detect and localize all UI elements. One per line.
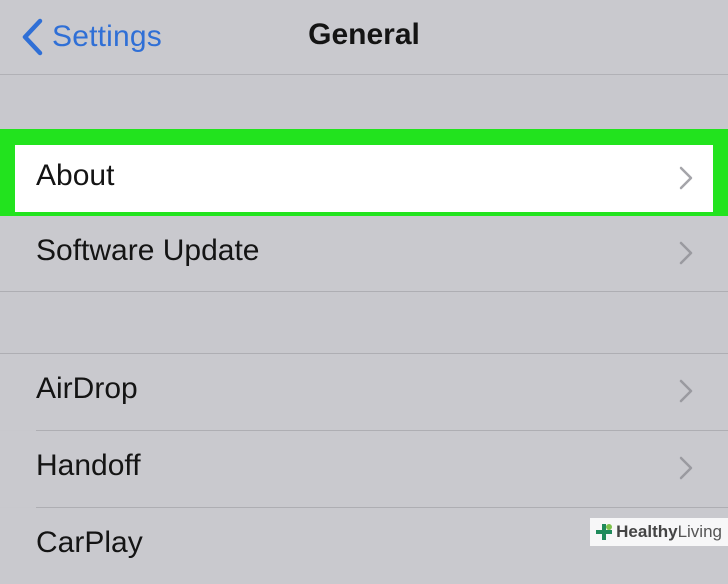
row-label-airdrop: AirDrop xyxy=(36,372,138,405)
settings-row-software-update[interactable]: Software Update xyxy=(0,216,728,292)
watermark-brand: Healthy xyxy=(616,522,678,541)
chevron-right-icon xyxy=(679,456,693,480)
chevron-right-icon xyxy=(679,241,693,265)
navigation-bar: Settings General xyxy=(0,0,728,75)
section-separator xyxy=(0,291,728,292)
settings-row-airdrop[interactable]: AirDrop xyxy=(0,354,728,430)
chevron-right-icon xyxy=(679,379,693,403)
settings-row-handoff[interactable]: Handoff xyxy=(0,431,728,507)
row-label-carplay: CarPlay xyxy=(36,526,143,559)
chevron-right-icon xyxy=(679,166,693,190)
row-label-software-update: Software Update xyxy=(36,234,260,267)
watermark-brand-suffix: Living xyxy=(677,522,722,541)
row-label-handoff: Handoff xyxy=(36,449,141,482)
settings-screen: Settings General About Software Update A… xyxy=(0,0,728,584)
row-label-about: About xyxy=(36,159,115,192)
settings-row-about[interactable]: About xyxy=(15,145,713,212)
watermark: Healthy Living xyxy=(590,518,728,546)
page-title: General xyxy=(308,18,420,51)
plus-leaf-icon xyxy=(596,524,613,540)
